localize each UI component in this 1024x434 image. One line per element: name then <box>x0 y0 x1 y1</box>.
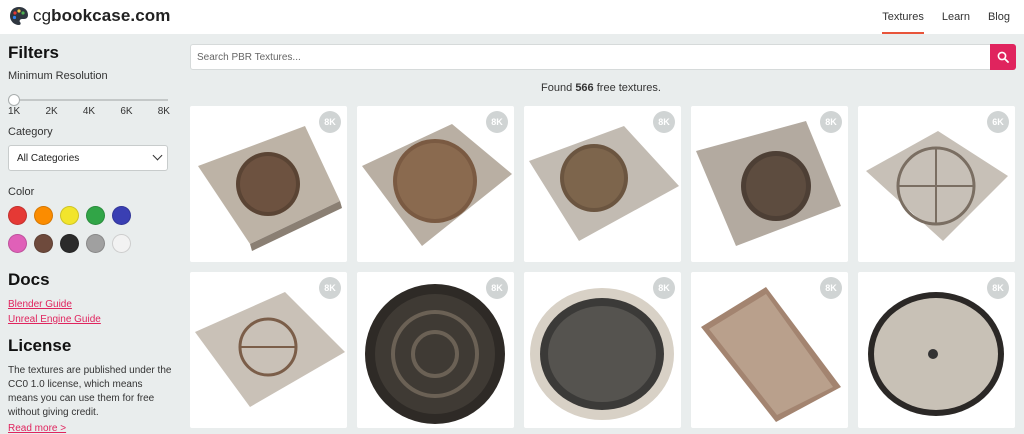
nav-blog[interactable]: Blog <box>988 0 1010 34</box>
site-logo[interactable]: cgbookcase.com <box>8 5 170 27</box>
color-swatch[interactable] <box>112 234 131 253</box>
texture-card[interactable]: 8K <box>691 272 848 428</box>
texture-card[interactable]: 8K <box>524 272 681 428</box>
slider-track <box>8 99 168 101</box>
color-swatch[interactable] <box>8 234 27 253</box>
resolution-ticks: 1K 2K 4K 6K 8K <box>8 106 170 117</box>
slider-thumb[interactable] <box>8 94 20 106</box>
license-title: License <box>8 336 72 355</box>
texture-card[interactable]: 8K <box>858 272 1015 428</box>
tick-label: 4K <box>82 106 96 117</box>
chevron-down-icon <box>152 150 163 161</box>
category-label: Category <box>8 126 53 138</box>
color-swatch[interactable] <box>34 234 53 253</box>
color-swatch[interactable] <box>86 234 105 253</box>
texture-card[interactable]: 8K <box>691 106 848 262</box>
resolution-badge: 8K <box>820 111 842 133</box>
category-select[interactable]: All Categories <box>8 145 168 171</box>
search-bar <box>190 44 1016 70</box>
docs-links: Blender Guide Unreal Engine Guide <box>8 297 101 327</box>
texture-card[interactable]: 8K <box>524 106 681 262</box>
tick-label: 6K <box>120 106 133 117</box>
resolution-badge: 8K <box>319 277 341 299</box>
texture-card[interactable]: 8K <box>357 106 514 262</box>
found-prefix: Found <box>541 82 573 94</box>
nav-textures[interactable]: Textures <box>882 0 924 34</box>
resolution-badge: 6K <box>987 111 1009 133</box>
logo-text: cgbookcase.com <box>33 6 170 26</box>
texture-card[interactable]: 8K <box>190 272 347 428</box>
color-swatch[interactable] <box>112 206 131 225</box>
main-nav: Textures Learn Blog <box>864 0 1010 34</box>
color-label: Color <box>8 186 35 198</box>
resolution-badge: 8K <box>486 111 508 133</box>
docs-title: Docs <box>8 270 50 289</box>
nav-learn[interactable]: Learn <box>942 0 970 34</box>
palette-logo-icon <box>10 7 28 25</box>
tick-label: 8K <box>157 106 170 117</box>
resolution-badge: 8K <box>653 111 675 133</box>
filters-title: Filters <box>8 43 60 62</box>
min-resolution-label: Minimum Resolution <box>8 70 108 82</box>
color-swatch[interactable] <box>8 206 27 225</box>
color-swatch[interactable] <box>60 206 79 225</box>
resolution-badge: 8K <box>319 111 341 133</box>
color-swatches <box>8 206 148 253</box>
results-count: Found 566 free textures. <box>178 82 1024 94</box>
category-value: All Categories <box>17 152 80 164</box>
unreal-guide-link[interactable]: Unreal Engine Guide <box>8 312 101 327</box>
read-more-link[interactable]: Read more > <box>8 423 66 434</box>
license-text: The textures are published under the CC0… <box>8 365 172 418</box>
top-header: cgbookcase.com Textures Learn Blog <box>0 0 1024 34</box>
logo-main: bookcase.com <box>51 6 171 25</box>
search-icon <box>997 51 1009 63</box>
resolution-badge: 8K <box>987 277 1009 299</box>
color-swatch[interactable] <box>60 234 79 253</box>
tick-label: 2K <box>45 106 58 117</box>
blender-guide-link[interactable]: Blender Guide <box>8 297 101 312</box>
texture-grid: 8K 8K 8K 8K 6K 8K 8K 8K 8K 8K <box>190 106 1016 428</box>
found-count: 566 <box>575 82 594 94</box>
resolution-badge: 8K <box>653 277 675 299</box>
resolution-slider[interactable] <box>8 94 168 106</box>
resolution-badge: 8K <box>820 277 842 299</box>
color-swatch[interactable] <box>86 206 105 225</box>
resolution-badge: 8K <box>486 277 508 299</box>
texture-card[interactable]: 6K <box>858 106 1015 262</box>
logo-prefix: cg <box>33 6 52 25</box>
main-content: Found 566 free textures. 8K8K8K8K6K8K8K8… <box>178 34 1024 434</box>
search-input[interactable] <box>191 45 990 69</box>
found-suffix: free textures. <box>596 82 661 94</box>
texture-card[interactable]: 8K <box>357 272 514 428</box>
filters-sidebar: Filters Minimum Resolution 1K 2K 4K 6K 8… <box>0 34 178 434</box>
search-button[interactable] <box>990 44 1016 70</box>
tick-label: 1K <box>8 106 21 117</box>
texture-card[interactable]: 8K <box>190 106 347 262</box>
color-swatch[interactable] <box>34 206 53 225</box>
